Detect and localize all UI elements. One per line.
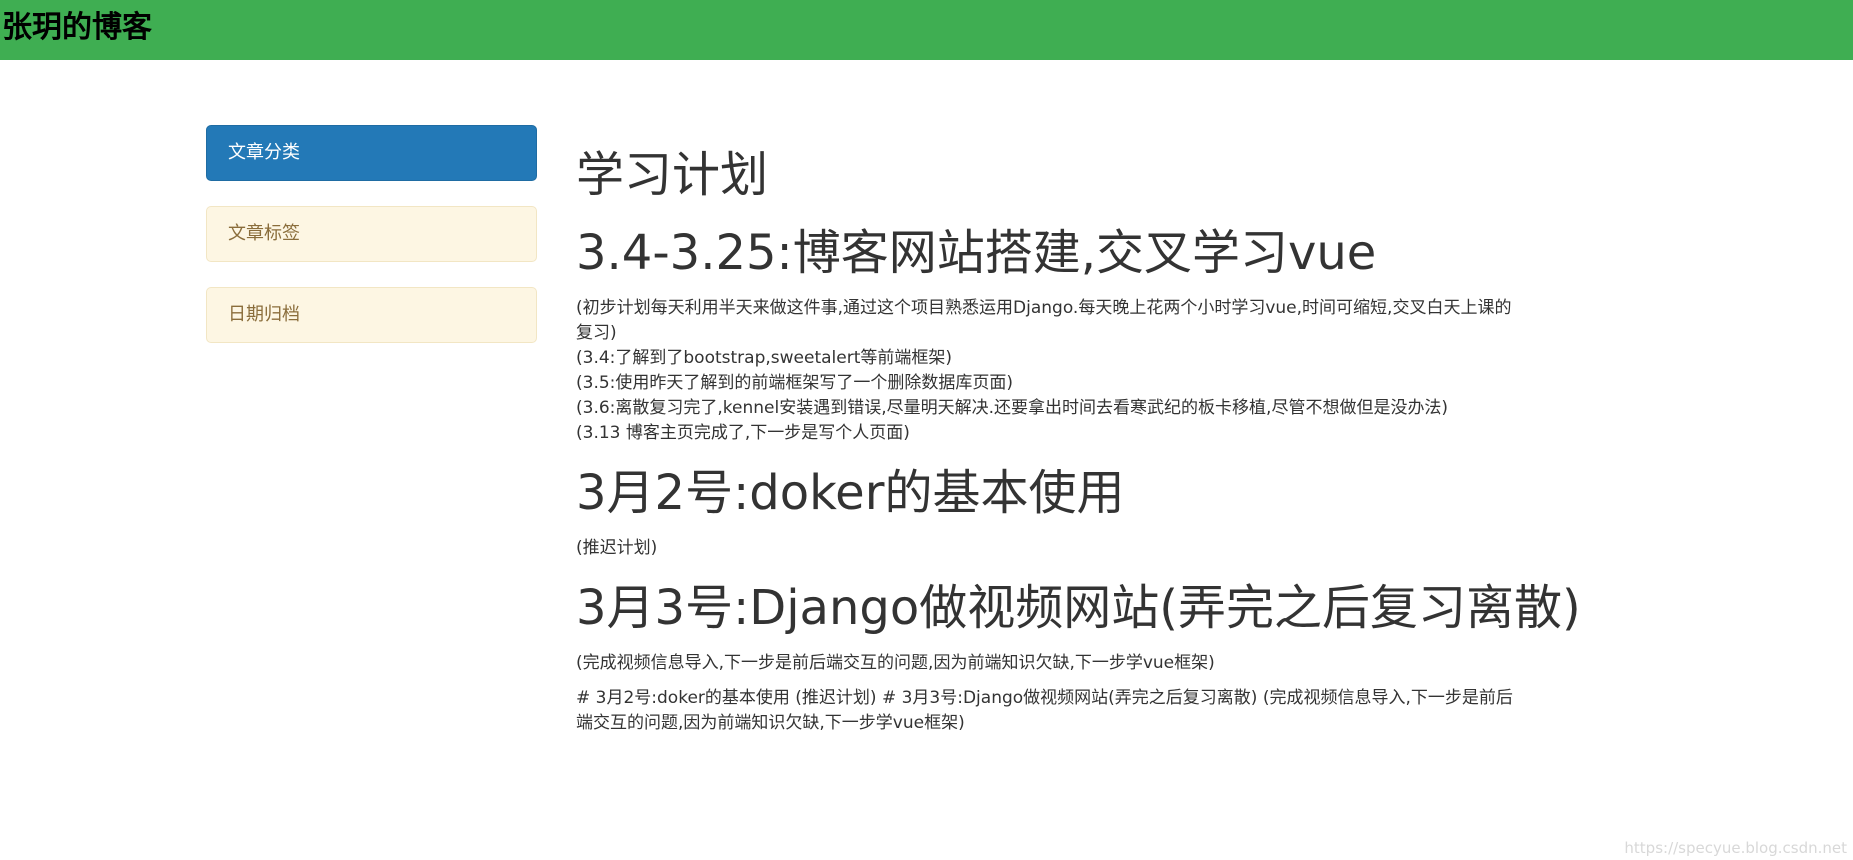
section-heading: 3月2号:doker的基本使用 [576,465,1125,521]
section-paragraph: (3.6:离散复习完了,kennel安装遇到错误,尽量明天解决.还要拿出时间去看… [576,398,1449,418]
sidebar-item-article-tags[interactable]: 文章标签 [206,206,537,262]
section-heading: 3.4-3.25:博客网站搭建,交叉学习vue [576,225,1377,281]
section-paragraph: (3.5:使用昨天了解到的前端框架写了一个删除数据库页面) [576,373,1014,393]
raw-markdown-paragraph: # 3月2号:doker的基本使用 (推迟计划) # 3月3号:Django做视… [576,688,1513,733]
section-heading: 3月3号:Django做视频网站(弄完之后复习离散) [576,580,1581,636]
section-paragraph: (3.13 博客主页完成了,下一步是写个人页面) [576,423,910,443]
site-header: 张玥的博客 [0,0,1853,60]
article-title: 学习计划 [576,147,769,203]
article-content: 学习计划 3.4-3.25:博客网站搭建,交叉学习vue (初步计划每天利用半天… [576,140,1581,736]
sidebar-item-article-category[interactable]: 文章分类 [206,125,537,181]
sidebar-item-date-archive[interactable]: 日期归档 [206,287,537,343]
sidebar: 文章分类 文章标签 日期归档 [206,125,537,368]
section-paragraph: (推迟计划) [576,538,658,558]
section-paragraph: (初步计划每天利用半天来做这件事,通过这个项目熟悉运用Django.每天晚上花两… [576,298,1512,343]
section-paragraph: (3.4:了解到了bootstrap,sweetalert等前端框架) [576,348,953,368]
site-brand[interactable]: 张玥的博客 [2,8,152,48]
section-paragraph: (完成视频信息导入,下一步是前后端交互的问题,因为前端知识欠缺,下一步学vue框… [576,653,1215,673]
watermark: https://specyue.blog.csdn.net [1624,839,1847,857]
